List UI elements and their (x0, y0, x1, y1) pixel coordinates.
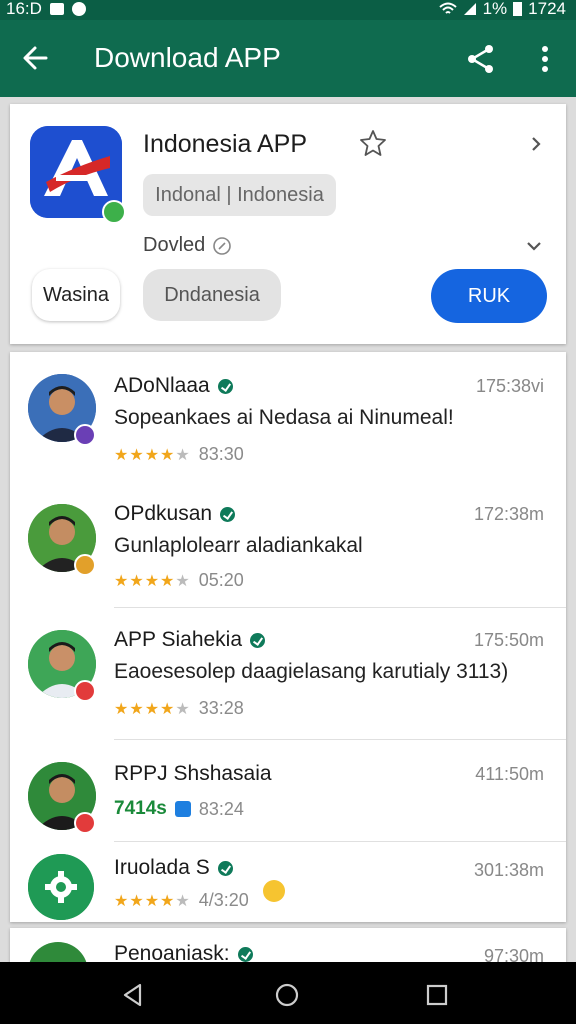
tertiary-button[interactable]: Dndanesia (143, 269, 281, 321)
rating-text: 7414s (114, 798, 167, 819)
verified-icon (237, 946, 253, 962)
app-info-card: Indonesia APP Indonal | Indonesia Dovled… (10, 104, 566, 344)
nav-back-icon[interactable] (120, 982, 146, 1008)
reviews-list: ADoNlaaa 175:38vi Sopeankaes ai Nedasa a… (10, 352, 566, 922)
battery-percent: 1% (482, 0, 508, 18)
developer-link-icon (213, 236, 232, 255)
signal-icon (463, 3, 476, 15)
app-store-icon (174, 801, 191, 817)
category-chip[interactable]: Indonal | Indonesia (143, 174, 336, 216)
wifi-icon (438, 2, 457, 14)
review-meta: ★★★★★ 83:30 (114, 444, 244, 465)
reviewer-name: ADoNlaaa (114, 374, 233, 398)
verified-icon (250, 632, 266, 648)
avatar-badge-icon (74, 424, 96, 446)
avatar-badge-icon (74, 554, 96, 576)
reviewer-name-text: APP Siahekia (114, 628, 243, 651)
verified-badge-icon (102, 200, 126, 224)
review-meta-value: 83:30 (198, 444, 244, 464)
page-title: Download APP (94, 42, 281, 73)
share-icon[interactable] (464, 42, 498, 76)
reviewer-name-text: ADoNlaaa (114, 374, 210, 397)
list-item[interactable]: ADoNlaaa 175:38vi Sopeankaes ai Nedasa a… (10, 352, 566, 482)
nav-recent-apps-icon[interactable] (426, 984, 448, 1006)
review-meta: ★★★★★ 33:28 (114, 698, 244, 719)
smiley-emoji-icon (262, 879, 285, 902)
nav-home-icon[interactable] (274, 982, 300, 1008)
chevron-right-icon[interactable] (526, 134, 546, 154)
rating-stars: ★★★★★ (114, 446, 191, 464)
list-item[interactable]: OPdkusan 172:38m Gunlaplolearr aladianka… (10, 482, 566, 607)
verified-icon (217, 378, 233, 394)
review-time: 411:50m (475, 764, 544, 784)
app-bar: Download APP (0, 20, 576, 97)
rating-stars: ★★★★★ (114, 572, 191, 590)
system-nav-bar (0, 962, 576, 1024)
list-item[interactable]: Iruolada S 301:38m ★★★★★ 4/3:20 (10, 842, 566, 922)
review-time: 175:50m (473, 630, 544, 650)
reviewer-name: OPdkusan (114, 502, 236, 526)
more-options-icon[interactable] (530, 42, 560, 76)
avatar-badge-icon (74, 680, 96, 702)
status-bar: 16:D 1% 1724 (0, 0, 576, 20)
list-item[interactable]: RPPJ Shshasaia 411:50m 7414s 83:24 (10, 740, 566, 840)
review-meta-value: 4/3:20 (198, 890, 249, 910)
reviewer-name-text: Iruolada S (114, 856, 210, 879)
review-time: 175:38vi (475, 376, 544, 396)
developer-label: Dovled (143, 234, 206, 256)
status-clock: 1724 (528, 0, 566, 18)
reviewer-name: APP Siahekia (114, 628, 266, 652)
app-notification-icon (71, 2, 86, 16)
review-time: 301:38m (473, 860, 544, 880)
settings-gear-icon (28, 854, 94, 920)
rating-stars: ★★★★★ (114, 700, 191, 718)
review-meta-value: 83:24 (198, 798, 244, 819)
list-item[interactable]: APP Siahekia 175:50m Eaoesesolep daagiel… (10, 608, 566, 738)
reviewer-name: Iruolada S (114, 856, 233, 880)
back-arrow-icon[interactable] (18, 40, 54, 76)
developer-row[interactable]: Dovled (143, 234, 233, 257)
favorite-star-icon[interactable] (358, 128, 388, 158)
primary-action-button[interactable]: RUK (431, 269, 547, 323)
chevron-down-icon[interactable] (524, 236, 544, 256)
review-meta-value: 33:28 (198, 698, 244, 718)
battery-icon (513, 2, 523, 16)
reviewer-name-text: OPdkusan (114, 502, 213, 525)
secondary-button[interactable]: Wasina (32, 269, 120, 321)
review-meta: ★★★★★ 05:20 (114, 570, 244, 591)
reviewer-name-text: RPPJ Shshasaia (114, 762, 272, 785)
review-text: Gunlaplolearr aladiankakal (114, 534, 363, 557)
verified-icon (220, 506, 236, 522)
rating-stars: ★★★★★ (114, 892, 191, 910)
reviewer-name: RPPJ Shshasaia (114, 762, 272, 786)
review-text: Sopeankaes ai Nedasa ai Ninumeal! (114, 406, 454, 429)
status-time: 16:D (6, 0, 42, 18)
verified-icon (217, 860, 233, 876)
avatar-badge-icon (74, 812, 96, 834)
review-text: Eaoesesolep daagielasang karutialy 3113) (114, 660, 509, 683)
review-time: 172:38m (473, 504, 544, 524)
review-meta: ★★★★★ 4/3:20 (114, 879, 285, 911)
review-meta: 7414s 83:24 (114, 798, 244, 820)
review-meta-value: 05:20 (198, 570, 244, 590)
app-name: Indonesia APP (143, 130, 308, 158)
notification-icon (49, 3, 64, 15)
